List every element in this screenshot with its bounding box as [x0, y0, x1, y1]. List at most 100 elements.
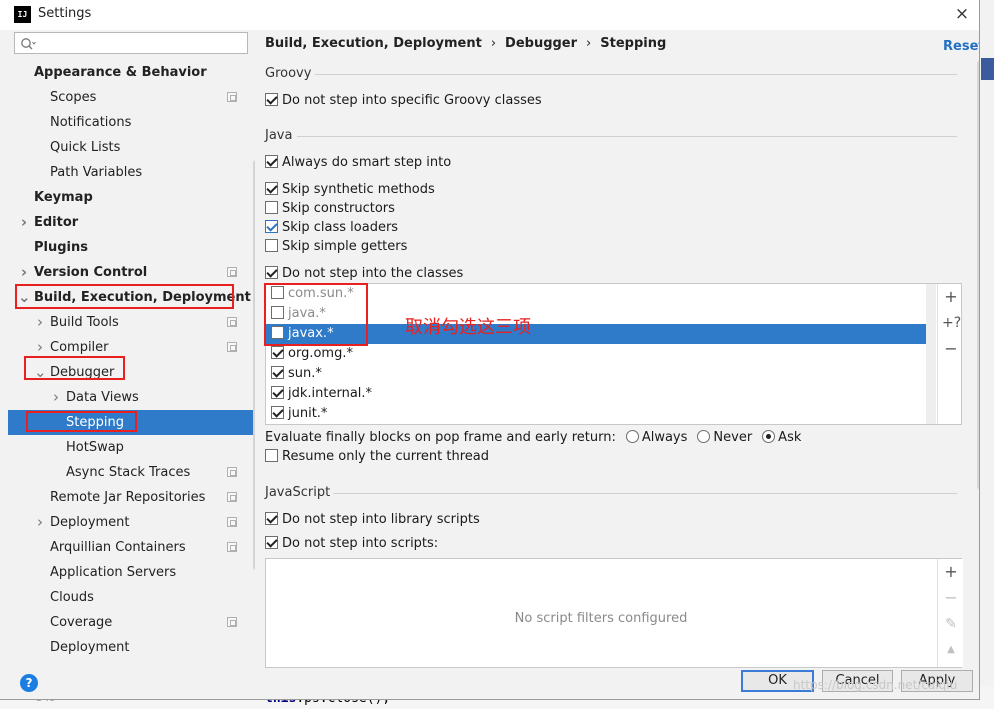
sidebar-item-label: Clouds — [50, 590, 94, 605]
checkbox-box[interactable] — [271, 346, 284, 359]
option-checkbox[interactable]: Do not step into the classes — [265, 265, 463, 283]
sidebar-item[interactable]: Async Stack Traces — [8, 460, 254, 485]
background-editor-strip — [978, 0, 994, 709]
sidebar-item[interactable]: › Editor — [8, 210, 254, 235]
add-pattern-icon[interactable]: +? — [942, 314, 961, 332]
chevron-right-icon[interactable]: › — [34, 310, 46, 335]
sidebar-item[interactable]: › Compiler — [8, 335, 254, 360]
chevron-right-icon[interactable]: › — [18, 260, 30, 285]
sidebar-item-label: Path Variables — [50, 165, 143, 180]
remove-script-icon[interactable]: − — [942, 589, 960, 607]
option-checkbox[interactable]: Skip simple getters — [265, 238, 407, 256]
sidebar-item[interactable]: › Deployment — [8, 510, 254, 535]
remove-filter-icon[interactable]: − — [942, 340, 960, 358]
checkbox-label: Do not step into library scripts — [282, 512, 480, 527]
filter-list-scrollbar[interactable] — [926, 284, 936, 424]
sidebar-item[interactable]: Plugins — [8, 235, 254, 260]
project-settings-icon — [227, 267, 237, 277]
sidebar-item[interactable]: HotSwap — [8, 435, 254, 460]
sidebar-item[interactable]: Deployment — [8, 635, 254, 660]
sidebar-item[interactable]: › Build Tools — [8, 310, 254, 335]
chevron-down-icon[interactable]: ⌄ — [18, 285, 31, 310]
close-icon[interactable]: × — [950, 3, 974, 25]
option-checkbox[interactable]: Always do smart step into — [265, 154, 451, 172]
checkbox-box[interactable] — [265, 449, 278, 462]
checkbox-box[interactable] — [271, 326, 284, 339]
sidebar-item[interactable]: Application Servers — [8, 560, 254, 585]
sidebar-item[interactable]: ⌄ Debugger — [8, 360, 254, 385]
option-checkbox[interactable]: Skip class loaders — [265, 219, 398, 237]
class-filter-row[interactable]: javax.* — [266, 324, 926, 344]
checkbox-label: Skip constructors — [282, 201, 395, 216]
search-icon — [21, 38, 36, 50]
sidebar-item[interactable]: Stepping — [8, 410, 254, 435]
reset-link[interactable]: Reset — [943, 39, 979, 54]
add-class-filter-icon[interactable]: + — [942, 288, 960, 306]
checkbox-box[interactable] — [265, 182, 278, 195]
checkbox-box[interactable] — [265, 536, 278, 549]
checkbox-box[interactable] — [271, 286, 284, 299]
sidebar-item-label: HotSwap — [66, 440, 124, 455]
checkbox-box[interactable] — [271, 366, 284, 379]
sidebar-item[interactable]: › Version Control — [8, 260, 254, 285]
radio-button[interactable] — [697, 430, 711, 443]
checkbox-box[interactable] — [265, 93, 278, 106]
class-filter-row[interactable]: junit.* — [266, 404, 926, 424]
option-checkbox[interactable]: Do not step into scripts: — [265, 535, 438, 553]
chevron-down-icon[interactable]: ⌄ — [34, 360, 47, 385]
java-section-title: Java — [265, 128, 293, 143]
sidebar-item-label: Remote Jar Repositories — [50, 490, 206, 505]
panel-scrollbar[interactable] — [977, 60, 979, 490]
sidebar-item[interactable]: Arquillian Containers — [8, 535, 254, 560]
sidebar-item[interactable]: Keymap — [8, 185, 254, 210]
help-icon[interactable]: ? — [20, 674, 38, 692]
radio-button[interactable] — [762, 430, 776, 443]
option-checkbox[interactable]: Skip constructors — [265, 200, 395, 218]
move-up-icon[interactable]: ▲ — [942, 641, 960, 659]
checkbox-box[interactable] — [265, 239, 278, 252]
sidebar-item[interactable]: Clouds — [8, 585, 254, 610]
class-filter-row[interactable]: com.sun.* — [266, 284, 926, 304]
sidebar-item[interactable]: › Data Views — [8, 385, 254, 410]
checkbox-box[interactable] — [265, 155, 278, 168]
chevron-right-icon[interactable]: › — [18, 210, 30, 235]
class-filter-row[interactable]: java.* — [266, 304, 926, 324]
checkbox-box[interactable] — [265, 512, 278, 525]
checkbox-box[interactable] — [271, 386, 284, 399]
sidebar-item[interactable]: Quick Lists — [8, 135, 254, 160]
checkbox-box[interactable] — [265, 201, 278, 214]
option-checkbox[interactable]: Skip synthetic methods — [265, 181, 435, 199]
project-settings-icon — [227, 342, 237, 352]
option-checkbox[interactable]: Do not step into library scripts — [265, 511, 480, 529]
class-filter-row[interactable]: sun.* — [266, 364, 926, 384]
checkbox-box[interactable] — [271, 406, 284, 419]
chevron-right-icon[interactable]: › — [34, 335, 46, 360]
class-filter-row[interactable]: jdk.internal.* — [266, 384, 926, 404]
checkbox-box[interactable] — [265, 220, 278, 233]
checkbox-box[interactable] — [265, 266, 278, 279]
sidebar-item[interactable]: Notifications — [8, 110, 254, 135]
stepping-panel: Build, Execution, Deployment › Debugger › St… — [255, 30, 979, 668]
sidebar-item[interactable]: ⌄ Build, Execution, Deployment — [8, 285, 254, 310]
chevron-right-icon[interactable]: › — [50, 385, 62, 410]
sidebar-item[interactable]: Remote Jar Repositories — [8, 485, 254, 510]
edit-script-icon[interactable]: ✎ — [942, 615, 960, 633]
title-bar: IJ Settings × — [0, 0, 979, 30]
class-filter-row[interactable]: org.omg.* — [266, 344, 926, 364]
class-filter-label: javax.* — [288, 326, 334, 341]
sidebar-item[interactable]: Appearance & Behavior — [8, 60, 254, 85]
sidebar-item-label: Quick Lists — [50, 140, 121, 155]
add-script-icon[interactable]: + — [942, 563, 960, 581]
checkbox-label: Skip synthetic methods — [282, 182, 435, 197]
sidebar-item[interactable]: Scopes — [8, 85, 254, 110]
sidebar-item-label: Application Servers — [50, 565, 177, 580]
resume-thread-checkbox[interactable]: Resume only the current thread — [265, 448, 489, 466]
sidebar-item[interactable]: Path Variables — [8, 160, 254, 185]
radio-button[interactable] — [625, 430, 639, 443]
checkbox-box[interactable] — [271, 306, 284, 319]
search-input[interactable] — [14, 32, 248, 54]
option-checkbox[interactable]: Do not step into specific Groovy classes — [265, 92, 542, 110]
sidebar-item[interactable]: Coverage — [8, 610, 254, 635]
chevron-right-icon[interactable]: › — [34, 510, 46, 535]
class-filter-label: junit.* — [288, 406, 328, 421]
